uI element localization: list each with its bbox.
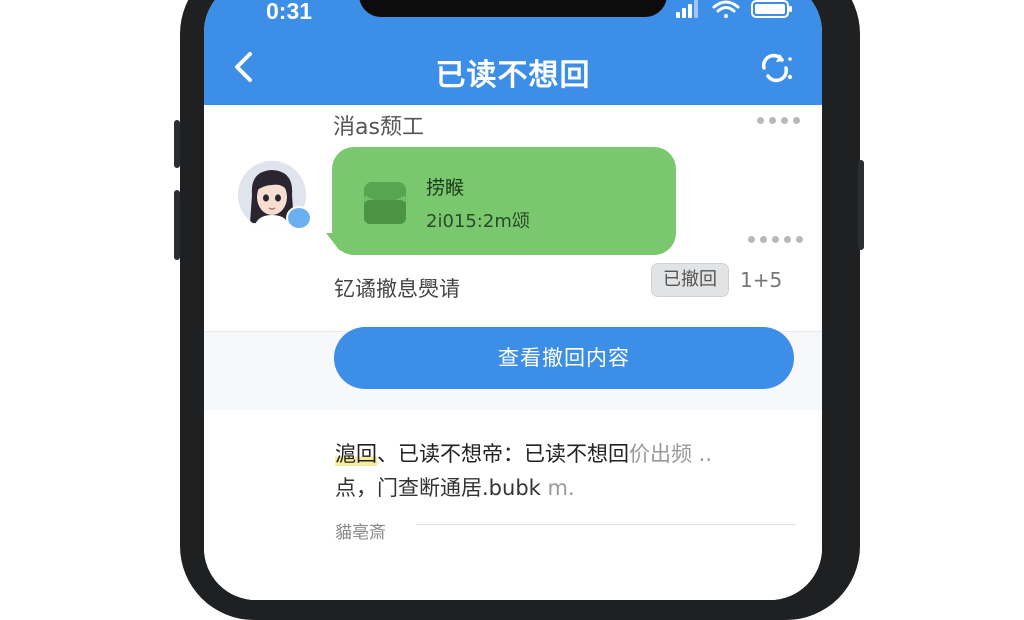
recall-notice: 钇谲撤息爂请 bbox=[334, 277, 460, 301]
phone-notch bbox=[359, 0, 667, 17]
signal-icon bbox=[676, 0, 698, 18]
highlight-text: 滬回 bbox=[335, 442, 377, 466]
refresh-settings-icon bbox=[761, 53, 793, 83]
settings-button[interactable] bbox=[756, 50, 794, 90]
status-time: 0:31 bbox=[266, 0, 313, 24]
article-line-1-main: 、已读不想帝：已读不想回 bbox=[377, 442, 629, 466]
article-line-2: 点，门查断通居.bubk m. bbox=[335, 472, 575, 502]
view-recalled-button[interactable]: 查看撤回内容 bbox=[334, 327, 794, 389]
more-options-icon[interactable] bbox=[748, 236, 803, 243]
card-timestamp: 2i015:2m颂 bbox=[426, 211, 530, 232]
recall-count: 1+5 bbox=[740, 268, 783, 292]
divider bbox=[416, 524, 796, 525]
battery-icon bbox=[751, 0, 792, 18]
phone-power-button bbox=[858, 160, 864, 250]
card-icon bbox=[362, 178, 408, 230]
bubble-tail bbox=[326, 233, 340, 251]
status-icons bbox=[676, 0, 796, 18]
card-title: 捞睺 bbox=[426, 177, 465, 199]
recalled-badge: 已撤回 bbox=[651, 263, 729, 297]
online-badge bbox=[286, 206, 312, 230]
message-card: 消as颓工 捞睺 2i015:2m颂 钇谲撤息爂请 已撤回 1+5 bbox=[204, 105, 822, 332]
footer-label: 貓亳斎 bbox=[335, 523, 386, 543]
article-line-2-main: 点，门查断通居.bubk bbox=[335, 476, 541, 500]
page-title: 已读不想回 bbox=[435, 58, 591, 93]
phone-side-button bbox=[174, 120, 180, 168]
sender-label: 消as颓工 bbox=[333, 115, 424, 140]
phone-volume-button bbox=[174, 190, 180, 260]
article-line-1-tail: 价出频 .. bbox=[629, 442, 713, 466]
article-line-1: 滬回、已读不想帝：已读不想回价出频 .. bbox=[335, 438, 712, 468]
wifi-icon bbox=[712, 0, 740, 18]
article-line-2-tail: m. bbox=[540, 476, 575, 500]
phone-screen: 0:31 已读不想回 消as颓工 捞睺 2i015:2m颂 钇谲撤息爂请 已撤回… bbox=[204, 0, 822, 600]
more-options-icon[interactable] bbox=[757, 117, 800, 124]
